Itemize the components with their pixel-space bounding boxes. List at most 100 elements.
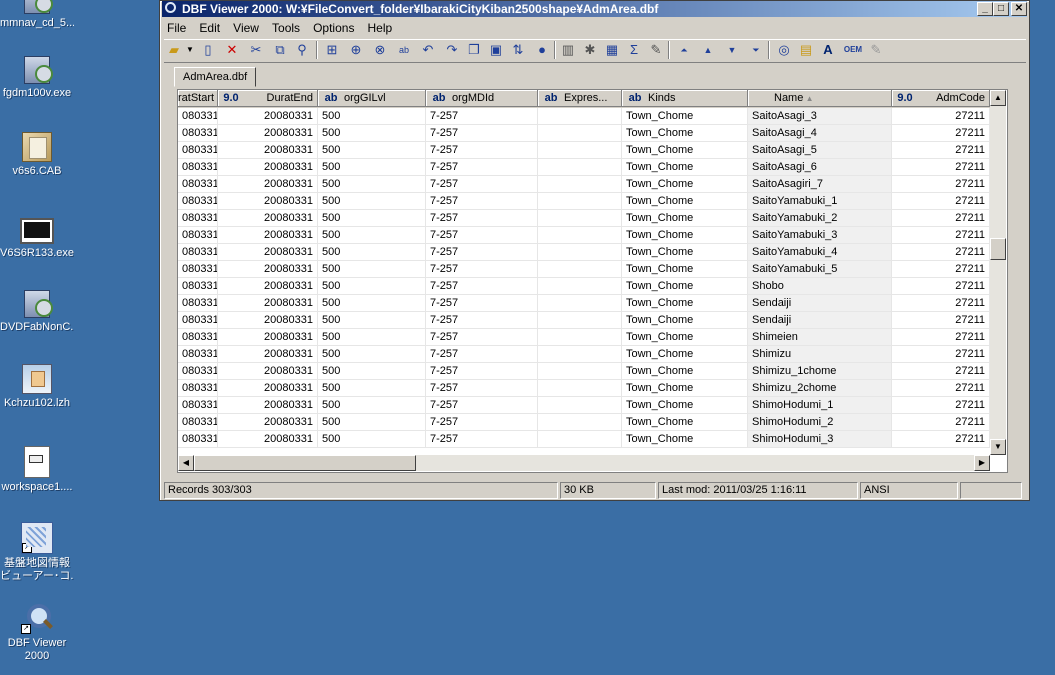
table-cell[interactable]: Town_Chome — [622, 210, 748, 226]
table-structure-icon[interactable]: ▦ — [604, 42, 620, 58]
table-cell[interactable]: 080331 — [178, 125, 218, 141]
open-folder-icon[interactable]: ▰ — [166, 42, 182, 58]
table-cell[interactable]: Town_Chome — [622, 278, 748, 294]
table-cell[interactable]: 080331 — [178, 363, 218, 379]
table-cell[interactable]: 7-257 — [426, 142, 538, 158]
table-cell[interactable] — [538, 193, 622, 209]
table-cell[interactable]: 27211 — [892, 380, 990, 396]
table-cell[interactable]: 500 — [318, 278, 426, 294]
table-row[interactable]: 080331 20080331 500 7-257 Town_Chome SaitoYam… — [178, 244, 990, 261]
table-cell[interactable]: SaitoAsagi_6 — [748, 159, 892, 175]
table-cell[interactable]: SaitoYamabuki_4 — [748, 244, 892, 260]
font-icon[interactable]: A — [820, 42, 836, 58]
table-cell[interactable]: 500 — [318, 159, 426, 175]
sort-icon[interactable]: ⇅ — [510, 42, 526, 58]
table-cell[interactable]: 500 — [318, 261, 426, 277]
table-cell[interactable]: Town_Chome — [622, 329, 748, 345]
table-cell[interactable]: 7-257 — [426, 346, 538, 362]
table-cell[interactable] — [538, 414, 622, 430]
table-cell[interactable]: 080331 — [178, 380, 218, 396]
table-row[interactable]: 080331 20080331 500 7-257 Town_Chome ShimoHod… — [178, 431, 990, 448]
table-cell[interactable]: 080331 — [178, 346, 218, 362]
table-cell[interactable] — [538, 397, 622, 413]
table-cell[interactable]: SaitoAsagi_5 — [748, 142, 892, 158]
last-record-icon[interactable]: ⏷ — [748, 42, 764, 58]
table-cell[interactable]: 500 — [318, 193, 426, 209]
table-cell[interactable]: 500 — [318, 125, 426, 141]
table-cell[interactable]: 080331 — [178, 278, 218, 294]
table-cell[interactable]: 7-257 — [426, 108, 538, 124]
table-cell[interactable]: 27211 — [892, 142, 990, 158]
undo-icon[interactable]: ↶ — [420, 42, 436, 58]
table-cell[interactable]: 500 — [318, 363, 426, 379]
table-cell[interactable]: 080331 — [178, 210, 218, 226]
menu-help[interactable]: Help — [363, 19, 398, 37]
filter-brush-icon[interactable]: ✎ — [648, 42, 664, 58]
table-cell[interactable]: 500 — [318, 346, 426, 362]
table-cell[interactable]: 500 — [318, 380, 426, 396]
table-cell[interactable]: 27211 — [892, 244, 990, 260]
table-cell[interactable]: 7-257 — [426, 193, 538, 209]
table-cell[interactable]: 080331 — [178, 414, 218, 430]
table-cell[interactable]: 7-257 — [426, 261, 538, 277]
table-cell[interactable]: ShimoHodumi_3 — [748, 431, 892, 447]
table-cell[interactable]: SaitoAsagiri_7 — [748, 176, 892, 192]
table-cell[interactable]: SaitoYamabuki_2 — [748, 210, 892, 226]
table-cell[interactable]: 27211 — [892, 193, 990, 209]
table-cell[interactable]: ShimoHodumi_2 — [748, 414, 892, 430]
column-header-5[interactable]: ab Kinds — [622, 90, 748, 107]
table-cell[interactable]: 500 — [318, 227, 426, 243]
scroll-down-icon[interactable]: ▼ — [990, 439, 1006, 455]
table-cell[interactable]: 7-257 — [426, 125, 538, 141]
table-row[interactable]: 080331 20080331 500 7-257 Town_Chome SaitoYam… — [178, 193, 990, 210]
table-cell[interactable]: 7-257 — [426, 414, 538, 430]
table-cell[interactable]: 080331 — [178, 193, 218, 209]
table-cell[interactable]: 7-257 — [426, 227, 538, 243]
table-cell[interactable]: 20080331 — [218, 397, 318, 413]
table-cell[interactable]: 27211 — [892, 329, 990, 345]
find-binoculars-icon[interactable]: ⊕ — [348, 42, 364, 58]
desktop-icon-8[interactable]: ↗ DBF Viewer 2000 — [0, 602, 74, 663]
table-cell[interactable]: SaitoYamabuki_5 — [748, 261, 892, 277]
table-cell[interactable]: 500 — [318, 397, 426, 413]
table-cell[interactable]: 20080331 — [218, 125, 318, 141]
title-bar[interactable]: DBF Viewer 2000: W:¥FileConvert_folder¥I… — [162, 1, 1027, 17]
globe-search-icon[interactable]: ◎ — [776, 42, 792, 58]
table-row[interactable]: 080331 20080331 500 7-257 Town_Chome Shimizu_… — [178, 380, 990, 397]
table-cell[interactable]: 7-257 — [426, 312, 538, 328]
table-cell[interactable]: Town_Chome — [622, 346, 748, 362]
menu-options[interactable]: Options — [308, 19, 359, 37]
table-cell[interactable] — [538, 176, 622, 192]
table-row[interactable]: 080331 20080331 500 7-257 Town_Chome SaitoYam… — [178, 210, 990, 227]
minimize-button[interactable]: _ — [977, 2, 993, 16]
table-cell[interactable]: 080331 — [178, 312, 218, 328]
table-cell[interactable] — [538, 125, 622, 141]
open-dropdown-arrow-icon[interactable]: ▼ — [182, 42, 198, 58]
column-header-1[interactable]: 9.0 DuratEnd — [218, 90, 318, 107]
table-cell[interactable]: 500 — [318, 244, 426, 260]
table-cell[interactable]: 27211 — [892, 312, 990, 328]
desktop-icon-5[interactable]: Kchzu102.lzh — [0, 364, 74, 410]
table-cell[interactable]: 7-257 — [426, 295, 538, 311]
vertical-scrollbar[interactable]: ▲ ▼ — [990, 90, 1006, 455]
table-cell[interactable]: 27211 — [892, 125, 990, 141]
table-cell[interactable]: 20080331 — [218, 244, 318, 260]
scroll-up-icon[interactable]: ▲ — [990, 90, 1006, 106]
table-cell[interactable]: 7-257 — [426, 363, 538, 379]
table-cell[interactable] — [538, 244, 622, 260]
tools-icon[interactable]: ✱ — [582, 42, 598, 58]
menu-tools[interactable]: Tools — [267, 19, 305, 37]
table-cell[interactable]: 27211 — [892, 363, 990, 379]
table-cell[interactable] — [538, 380, 622, 396]
table-cell[interactable] — [538, 159, 622, 175]
table-cell[interactable]: 500 — [318, 431, 426, 447]
table-cell[interactable] — [538, 261, 622, 277]
table-cell[interactable]: 080331 — [178, 329, 218, 345]
table-cell[interactable]: Shimizu — [748, 346, 892, 362]
horizontal-scrollbar[interactable]: ◀ ▶ — [178, 455, 990, 471]
table-cell[interactable]: Town_Chome — [622, 159, 748, 175]
table-cell[interactable]: 27211 — [892, 108, 990, 124]
desktop-icon-0[interactable]: mmnav_cd_5... — [0, 0, 74, 30]
table-row[interactable]: 080331 20080331 500 7-257 Town_Chome Shobo 272… — [178, 278, 990, 295]
table-cell[interactable]: 20080331 — [218, 414, 318, 430]
